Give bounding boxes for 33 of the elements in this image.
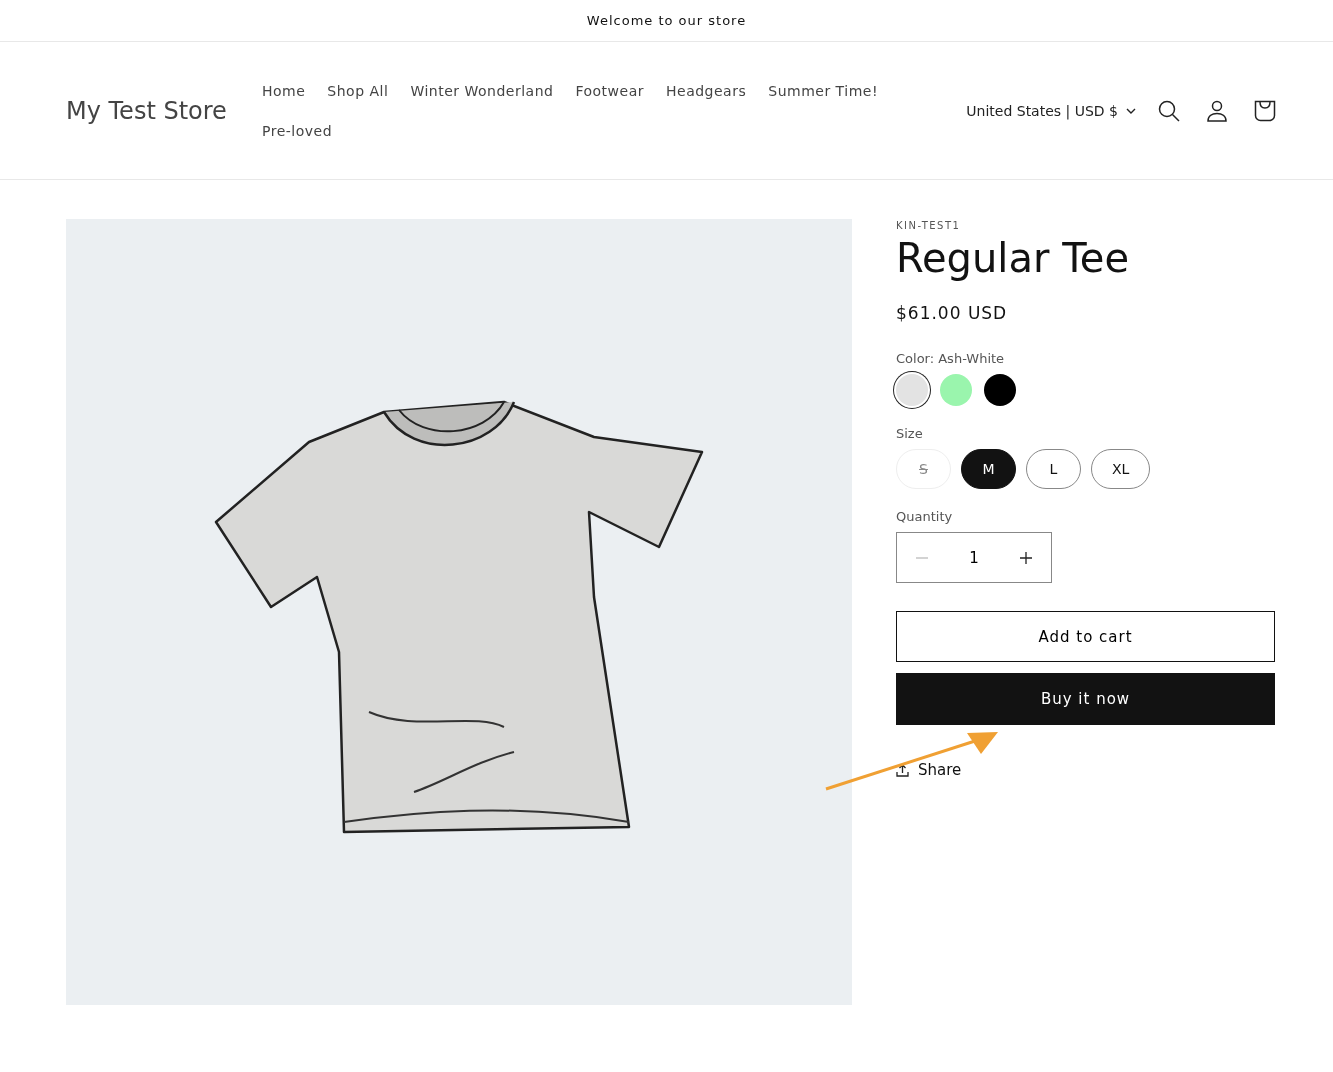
nav-link[interactable]: Headgears xyxy=(666,82,759,99)
size-label: Size xyxy=(896,426,924,441)
color-swatch[interactable] xyxy=(940,374,972,406)
size-option[interactable]: XL xyxy=(1091,449,1151,489)
color-swatch[interactable] xyxy=(984,374,1016,406)
color-label: Color: Ash-White xyxy=(896,351,1006,366)
country-selector[interactable]: United States | USD $ xyxy=(966,102,1136,119)
product-price: $61.00 USD xyxy=(896,303,1009,323)
product-sku: KIN-TEST1 xyxy=(896,220,962,231)
nav-link[interactable]: Home xyxy=(262,82,318,99)
cart-icon[interactable] xyxy=(1254,99,1276,122)
nav-link[interactable]: Pre-loved xyxy=(262,122,345,139)
share-icon xyxy=(896,763,909,777)
nav-link[interactable]: Shop All xyxy=(327,82,401,99)
share-link[interactable]: Share xyxy=(918,761,962,779)
plus-icon xyxy=(1020,551,1032,564)
size-option[interactable]: L xyxy=(1026,449,1081,489)
buy-now-button[interactable]: Buy it now xyxy=(896,673,1275,725)
chevron-down-icon xyxy=(1126,107,1136,114)
quantity-stepper[interactable]: 1 xyxy=(896,532,1052,583)
minus-icon xyxy=(916,556,928,559)
quantity-label: Quantity xyxy=(896,509,954,524)
nav-link[interactable]: Footwear xyxy=(575,82,656,99)
store-logo[interactable]: My Test Store xyxy=(66,96,262,125)
color-swatch[interactable] xyxy=(896,374,928,406)
account-icon[interactable] xyxy=(1206,99,1228,122)
nav-link[interactable]: Summer Time! xyxy=(768,82,890,99)
size-option[interactable]: M xyxy=(961,449,1016,489)
search-icon[interactable] xyxy=(1158,99,1180,122)
nav-link[interactable]: Winter Wonderland xyxy=(410,82,566,99)
product-title: Regular Tee xyxy=(896,235,1130,281)
add-to-cart-button[interactable]: Add to cart xyxy=(896,611,1275,662)
announcement-text: Welcome to our store xyxy=(586,13,747,28)
